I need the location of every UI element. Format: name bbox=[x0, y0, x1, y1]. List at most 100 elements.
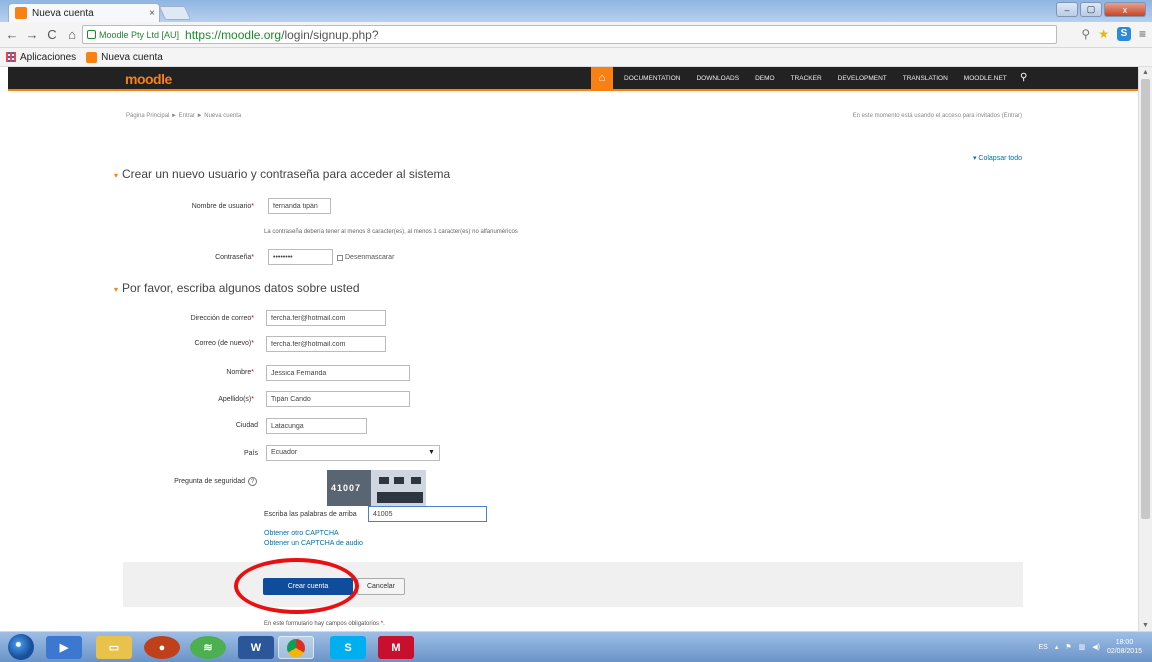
required-fields-note: En este formulario hay campos obligatori… bbox=[264, 621, 385, 627]
search-icon[interactable]: ⚲ bbox=[1020, 72, 1027, 83]
media-center-icon[interactable]: ▶ bbox=[46, 636, 82, 659]
toolbar-right: ⚲ ★ S ≡ bbox=[1081, 27, 1146, 41]
captcha-noise bbox=[379, 477, 389, 484]
dropdown-arrow-icon[interactable]: ▼ bbox=[428, 449, 435, 456]
scroll-thumb[interactable] bbox=[1141, 79, 1150, 519]
firefox-icon[interactable]: ● bbox=[144, 636, 180, 659]
section-details-title: Por favor, escriba algunos datos sobre u… bbox=[122, 281, 360, 295]
scroll-down-arrow-icon[interactable]: ▼ bbox=[1142, 622, 1149, 629]
section-account-title: Crear un nuevo usuario y contraseña para… bbox=[122, 167, 451, 181]
captcha-noise bbox=[411, 477, 421, 484]
nav-documentation[interactable]: DOCUMENTATION bbox=[624, 75, 680, 82]
apps-grid-icon bbox=[6, 52, 16, 62]
nav-tracker[interactable]: TRACKER bbox=[791, 75, 822, 82]
nav-downloads[interactable]: DOWNLOADS bbox=[696, 75, 739, 82]
network-icon[interactable]: ▥ bbox=[1079, 643, 1086, 651]
start-button[interactable] bbox=[8, 634, 34, 660]
captcha-image: 41007 bbox=[327, 470, 426, 506]
breadcrumb[interactable]: Página Principal ► Entrar ► Nueva cuenta bbox=[126, 113, 241, 119]
firstname-input[interactable] bbox=[266, 365, 410, 381]
captcha-audio-link[interactable]: Obtener un CAPTCHA de audio bbox=[264, 540, 363, 547]
maximize-button[interactable]: ▢ bbox=[1080, 2, 1102, 17]
mcafee-icon[interactable]: M bbox=[378, 636, 414, 659]
captcha-input[interactable] bbox=[368, 506, 487, 522]
folder-icon[interactable]: ▭ bbox=[96, 636, 132, 659]
bookmark-nueva-cuenta[interactable]: Nueva cuenta bbox=[86, 51, 163, 63]
username-label-text: Nombre de usuario bbox=[191, 203, 252, 210]
create-account-button[interactable]: Crear cuenta bbox=[263, 578, 353, 595]
password-label-text: Contraseña bbox=[215, 254, 252, 261]
word-icon[interactable]: W bbox=[238, 636, 274, 659]
unmask-checkbox[interactable]: Desenmascarar bbox=[337, 254, 394, 261]
collapse-all-link[interactable]: ▾ Colapsar todo bbox=[973, 154, 1022, 162]
required-marker: * bbox=[251, 340, 254, 347]
nav-development[interactable]: DEVELOPMENT bbox=[838, 75, 887, 82]
menu-icon[interactable]: ≡ bbox=[1139, 27, 1146, 41]
email-input[interactable] bbox=[266, 310, 386, 326]
lastname-label-text: Apellido(s) bbox=[218, 396, 252, 403]
home-icon[interactable]: ⌂ bbox=[591, 67, 613, 89]
required-marker: * bbox=[380, 621, 384, 627]
browser-tab[interactable]: Nueva cuenta × bbox=[8, 3, 160, 22]
chrome-logo bbox=[287, 638, 305, 657]
section-account-header[interactable]: ▾ Crear un nuevo usuario y contraseña par… bbox=[114, 167, 450, 181]
windows-taskbar: ▶ ▭ ● ≋ W S M ES ▴ ⚑ ▥ ◀) 18:00 02/08/20… bbox=[0, 631, 1152, 662]
new-tab-button[interactable] bbox=[158, 6, 192, 20]
zoom-icon[interactable]: ⚲ bbox=[1081, 27, 1090, 41]
country-select[interactable]: Ecuador bbox=[266, 445, 440, 461]
password-input[interactable] bbox=[268, 249, 333, 265]
flag-icon[interactable]: ⚑ bbox=[1065, 643, 1071, 651]
clock-time: 18:00 bbox=[1115, 639, 1134, 646]
skype-extension-icon[interactable]: S bbox=[1116, 27, 1131, 41]
forward-arrow-icon[interactable]: → bbox=[24, 27, 40, 42]
vertical-scrollbar[interactable]: ▲ ▼ bbox=[1138, 67, 1152, 631]
home-icon[interactable]: ⌂ bbox=[64, 27, 80, 42]
minimize-button[interactable]: – bbox=[1056, 2, 1078, 17]
address-bar[interactable]: Moodle Pty Ltd [AU] https://moodle.org/l… bbox=[82, 25, 1057, 44]
show-hidden-icons-icon[interactable]: ▴ bbox=[1055, 643, 1059, 651]
captcha-noise bbox=[394, 477, 404, 484]
help-icon[interactable]: ? bbox=[248, 477, 257, 486]
clock[interactable]: 18:00 02/08/2015 bbox=[1107, 638, 1142, 656]
captcha-label: Pregunta de seguridad? bbox=[150, 477, 257, 486]
country-label: País bbox=[243, 450, 258, 457]
nav-moodle-net[interactable]: MOODLE.NET bbox=[964, 75, 1007, 82]
tab-title: Nueva cuenta bbox=[32, 7, 94, 19]
bookmark-star-icon[interactable]: ★ bbox=[1098, 27, 1109, 41]
skype-icon[interactable]: S bbox=[330, 636, 366, 659]
volume-icon[interactable]: ◀) bbox=[1092, 643, 1100, 651]
username-label: Nombre de usuario* bbox=[150, 203, 254, 210]
system-tray: ES ▴ ⚑ ▥ ◀) 18:00 02/08/2015 bbox=[1038, 638, 1142, 656]
required-marker: * bbox=[251, 315, 254, 322]
nav-translation[interactable]: TRANSLATION bbox=[903, 75, 948, 82]
collapse-all-label: Colapsar todo bbox=[978, 155, 1022, 162]
email-label-text: Dirección de correo bbox=[190, 315, 252, 322]
moodle-favicon-icon bbox=[15, 7, 27, 19]
bookmark-apps-label: Aplicaciones bbox=[20, 51, 77, 63]
nav-demo[interactable]: DEMO bbox=[755, 75, 775, 82]
section-details-header[interactable]: ▾ Por favor, escriba algunos datos sobre … bbox=[114, 281, 360, 295]
back-arrow-icon[interactable]: ← bbox=[4, 27, 20, 42]
moodle-favicon-icon bbox=[86, 51, 98, 63]
username-input[interactable] bbox=[268, 198, 331, 214]
unmask-label: Desenmascarar bbox=[345, 254, 395, 261]
guest-login-note[interactable]: En este momento está usando el acceso pa… bbox=[853, 113, 1022, 119]
reload-icon[interactable]: C bbox=[44, 27, 60, 42]
city-input[interactable] bbox=[266, 418, 367, 434]
email2-input[interactable] bbox=[266, 336, 386, 352]
cancel-button[interactable]: Cancelar bbox=[357, 578, 405, 595]
scroll-up-arrow-icon[interactable]: ▲ bbox=[1142, 69, 1149, 76]
chrome-icon[interactable] bbox=[278, 636, 314, 659]
tab-close-icon[interactable]: × bbox=[145, 8, 159, 19]
bookmark-apps[interactable]: Aplicaciones bbox=[6, 52, 76, 63]
close-window-button[interactable]: x bbox=[1104, 2, 1146, 17]
lastname-input[interactable] bbox=[266, 391, 410, 407]
email-label: Dirección de correo* bbox=[150, 315, 254, 322]
spotify-icon[interactable]: ≋ bbox=[190, 636, 226, 659]
moodle-logo[interactable]: moodle bbox=[125, 71, 172, 87]
language-indicator[interactable]: ES bbox=[1038, 644, 1047, 651]
checkbox-icon bbox=[337, 254, 343, 261]
captcha-reload-link[interactable]: Obtener otro CAPTCHA bbox=[264, 530, 339, 537]
url-host: https://moodle.org bbox=[185, 27, 282, 42]
email2-label: Correo (de nuevo)* bbox=[150, 340, 254, 347]
